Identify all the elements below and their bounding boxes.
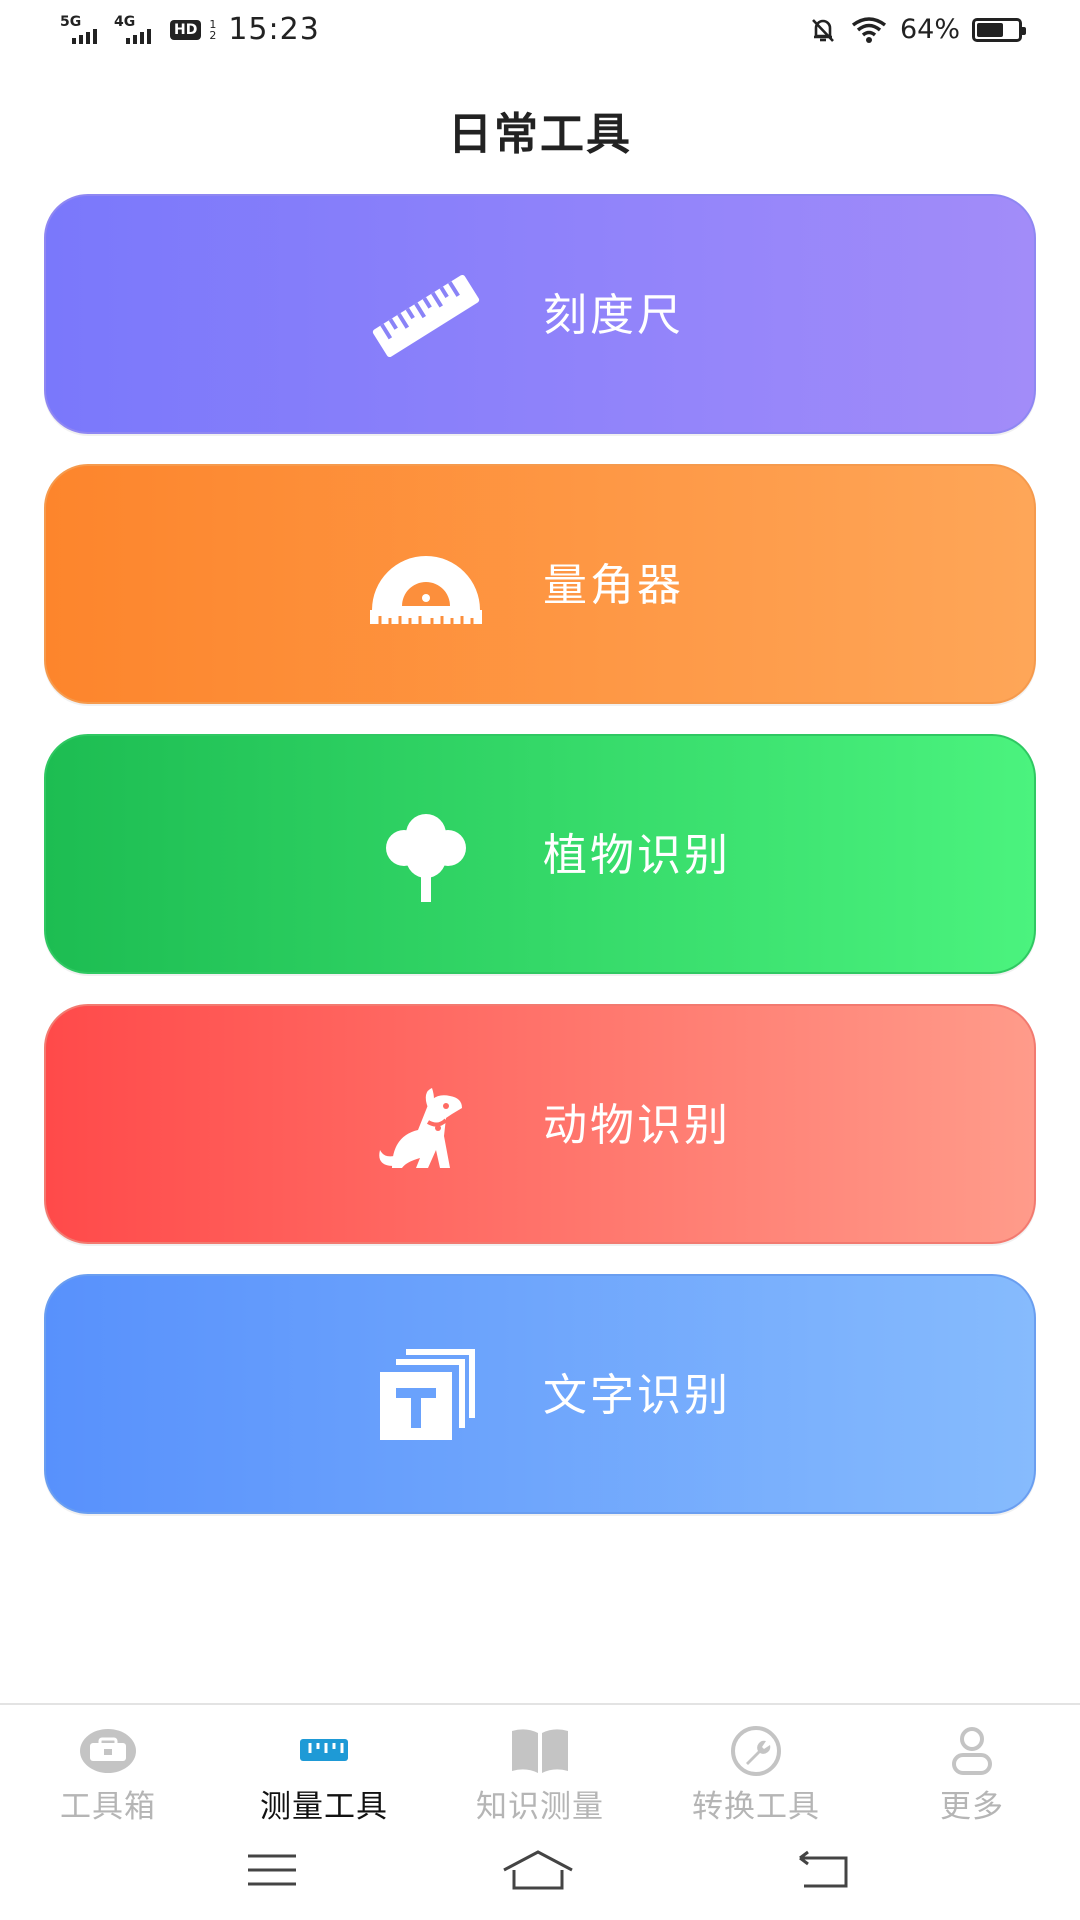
ruler-icon xyxy=(372,274,480,358)
battery-percent: 64% xyxy=(899,14,960,45)
signal-4g-label: 4G xyxy=(114,13,136,30)
tab-more-label: 更多 xyxy=(940,1789,1004,1825)
dog-icon xyxy=(379,1088,462,1168)
system-nav-bar xyxy=(0,1830,1080,1910)
protractor-icon xyxy=(370,556,482,624)
hd-sim-indicator: 1 2 xyxy=(209,19,216,41)
signal-5g-label: 5G xyxy=(60,13,82,30)
plant-recognition-card-label: 植物识别 xyxy=(543,830,731,881)
text-recognition-icon xyxy=(380,1349,475,1440)
battery-icon xyxy=(972,17,1026,42)
text-recognition-card-label: 文字识别 xyxy=(543,1370,731,1421)
tool-card-list: 刻度尺 量角器 植物识别 动物识别 文字识别 xyxy=(44,194,1036,1544)
signal-5g-icon: 5G xyxy=(60,14,106,46)
protractor-card[interactable]: 量角器 xyxy=(44,464,1036,704)
wrench-icon xyxy=(731,1726,781,1776)
tab-knowledge[interactable]: 知识测量 xyxy=(432,1705,648,1825)
person-icon xyxy=(952,1727,992,1775)
ruler-card-label: 刻度尺 xyxy=(543,290,684,341)
protractor-card-label: 量角器 xyxy=(543,560,684,611)
plant-recognition-card[interactable]: 植物识别 xyxy=(44,734,1036,974)
text-recognition-card[interactable]: 文字识别 xyxy=(44,1274,1036,1514)
home-icon[interactable] xyxy=(500,1848,576,1892)
battery-fill xyxy=(977,22,1003,37)
ruler-tab-icon xyxy=(300,1739,348,1761)
animal-recognition-card[interactable]: 动物识别 xyxy=(44,1004,1036,1244)
tree-icon xyxy=(386,814,466,902)
page-title: 日常工具 xyxy=(448,109,632,160)
hd-voice-icon: HD xyxy=(170,19,202,40)
toolbox-icon xyxy=(80,1729,136,1773)
tab-measure-tools[interactable]: 测量工具 xyxy=(216,1705,432,1825)
clock: 15:23 xyxy=(228,12,320,47)
wifi-icon xyxy=(851,16,887,43)
tab-convert-tools-label: 转换工具 xyxy=(692,1789,820,1825)
signal-4g-icon: 4G xyxy=(114,14,160,46)
status-bar: 5G 4G HD 1 2 15:23 64% xyxy=(0,0,1080,66)
status-right: 64% xyxy=(808,14,1026,45)
menu-icon[interactable] xyxy=(242,1848,302,1892)
tab-convert-tools[interactable]: 转换工具 xyxy=(648,1705,864,1825)
back-icon[interactable] xyxy=(794,1848,854,1892)
tab-measure-tools-label: 测量工具 xyxy=(260,1789,388,1825)
mute-bell-icon xyxy=(812,18,834,42)
status-left: 5G 4G HD 1 2 15:23 xyxy=(60,12,320,47)
tab-toolbox[interactable]: 工具箱 xyxy=(0,1705,216,1825)
tab-knowledge-label: 知识测量 xyxy=(476,1789,604,1825)
book-icon xyxy=(512,1729,568,1773)
bottom-nav: 工具箱 测量工具 知识测量 转换工具 更多 xyxy=(0,1703,1080,1825)
tab-more[interactable]: 更多 xyxy=(864,1705,1080,1825)
tab-toolbox-label: 工具箱 xyxy=(60,1789,156,1825)
hd-sub-bottom: 2 xyxy=(209,28,217,42)
hd-sub-top: 1 xyxy=(209,17,217,31)
animal-recognition-card-label: 动物识别 xyxy=(543,1100,731,1151)
ruler-card[interactable]: 刻度尺 xyxy=(44,194,1036,434)
